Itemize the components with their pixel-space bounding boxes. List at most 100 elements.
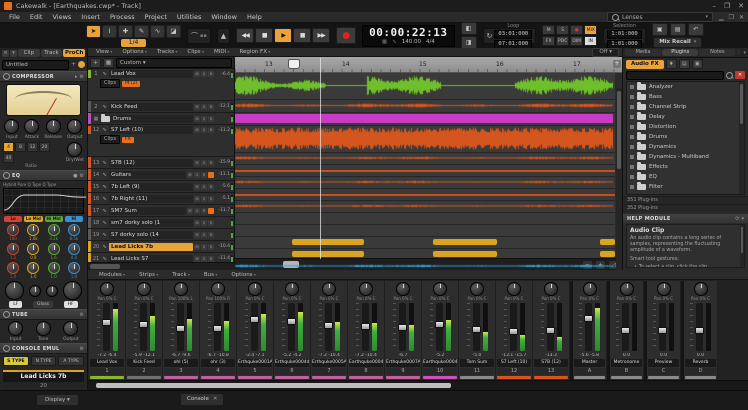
ruler-add-icon[interactable]: + <box>613 60 621 68</box>
lenses-selector[interactable]: Lenses ▾ <box>607 12 713 22</box>
power-icon[interactable] <box>3 73 10 80</box>
ratio-button[interactable]: 8 <box>15 142 26 152</box>
strip-name[interactable]: Master <box>574 359 605 367</box>
track-name[interactable]: Kick Feed <box>109 103 193 111</box>
menu-options[interactable]: Options <box>224 272 263 278</box>
audio-clip-waveform[interactable] <box>235 126 613 151</box>
snap-module[interactable]: ⌒▪▪ <box>187 28 211 44</box>
hf-gloss-knob[interactable] <box>63 281 82 300</box>
arm-button[interactable]: R <box>208 116 214 122</box>
clip-lane[interactable] <box>235 73 615 100</box>
eq-knob[interactable] <box>68 243 80 255</box>
snap-resolution[interactable]: 1/4 <box>121 39 147 47</box>
arm-button[interactable]: R <box>208 196 214 202</box>
solo-button[interactable]: S <box>201 127 207 133</box>
track-row[interactable]: 14 ∿ Guitars M S R -11.1 <box>88 169 234 181</box>
track-row[interactable]: 15 ∿ 7b Left (9) M S R -5.6 <box>88 181 234 193</box>
volume-fader[interactable] <box>473 303 480 351</box>
volume-fader[interactable] <box>103 303 110 351</box>
pan-knob[interactable] <box>248 282 262 296</box>
now-time-marker[interactable] <box>288 59 300 69</box>
plugin-folder-row[interactable]: EQ <box>627 172 744 182</box>
plugin-folder-row[interactable]: Analyzer <box>627 82 744 92</box>
fader-handle[interactable] <box>435 321 444 328</box>
track-name[interactable]: S7 Left (10) <box>109 126 193 134</box>
eq-band-button[interactable]: Lo Mid <box>24 216 42 222</box>
solo-button[interactable]: S <box>201 256 207 262</box>
clip-lane[interactable] <box>235 177 615 189</box>
output-badge[interactable] <box>208 208 214 214</box>
undo-button[interactable]: ↶ <box>688 23 704 36</box>
arm-button[interactable]: R <box>201 208 207 214</box>
compressor-knob[interactable] <box>4 119 19 134</box>
transport-button[interactable]: ■ <box>255 28 273 43</box>
menu-item[interactable]: Help <box>242 13 267 21</box>
arm-button[interactable]: R <box>201 172 207 178</box>
add-track-button[interactable]: + <box>90 58 101 68</box>
menu-view[interactable]: View <box>91 49 117 55</box>
arm-button[interactable]: R <box>208 127 214 133</box>
clip-lane[interactable] <box>235 201 615 213</box>
solo-button[interactable]: S <box>201 116 207 122</box>
strip-name[interactable]: Tom Sum <box>460 359 494 367</box>
fader-handle[interactable] <box>695 327 704 334</box>
expand-icon[interactable]: ▸ <box>75 74 78 80</box>
fader-handle[interactable] <box>584 315 593 322</box>
mute-button[interactable]: M <box>194 116 200 122</box>
time-signature[interactable]: 4/4 <box>426 39 435 45</box>
mute-button[interactable]: M <box>194 160 200 166</box>
track-row[interactable]: 12 ∿ S7 Left (10) M S R -11.2 Clips FX <box>88 125 234 157</box>
mute-button[interactable]: M <box>187 208 193 214</box>
fader-handle[interactable] <box>176 325 185 332</box>
clip-lane[interactable] <box>235 261 615 270</box>
solo-button[interactable]: S <box>201 244 207 250</box>
transport-button[interactable]: ◀◀ <box>236 28 254 43</box>
pan-knob[interactable] <box>100 282 114 296</box>
volume-fader[interactable] <box>251 303 258 351</box>
flat-icon[interactable]: ● <box>73 173 77 179</box>
menu-tracks[interactable]: Tracks <box>152 49 183 55</box>
tube-knob[interactable] <box>8 321 23 336</box>
plugin-folder-row[interactable]: Effects <box>627 162 744 172</box>
pan-knob[interactable] <box>544 282 558 296</box>
eq-knob[interactable] <box>48 224 60 236</box>
strip-name[interactable]: Preview <box>648 359 679 367</box>
selection-start-time[interactable]: 1:01:000 <box>607 30 642 39</box>
track-row[interactable]: 2 ∿ Kick Feed M S R -12.1 <box>88 101 234 113</box>
instruments-icon[interactable]: ♦ <box>666 59 677 69</box>
lf-button[interactable]: LF <box>9 301 22 308</box>
strip-name[interactable]: Erthquke0007Ad7 <box>386 359 420 367</box>
mix-module-button[interactable]: PDC <box>556 36 569 46</box>
mute-button[interactable]: M <box>194 220 200 226</box>
loop-start-time[interactable]: 03:01:000 <box>494 30 532 39</box>
volume-fader[interactable] <box>696 303 703 351</box>
playhead[interactable] <box>320 58 321 259</box>
eq-module-header[interactable]: EQ ● ⚙ <box>0 170 87 181</box>
audio-clip-waveform[interactable] <box>235 73 613 98</box>
tab-clip[interactable]: Clip <box>18 49 40 57</box>
pan-knob[interactable] <box>211 282 225 296</box>
solo-button[interactable]: S <box>201 232 207 238</box>
pan-knob[interactable] <box>583 282 597 296</box>
fader-handle[interactable] <box>102 319 111 326</box>
record-button[interactable]: ● <box>336 27 356 44</box>
strip-name[interactable]: ohl (5) <box>164 359 198 367</box>
menu-midi[interactable]: MIDI <box>209 49 235 55</box>
transport-button[interactable]: ▮▮ <box>293 28 311 43</box>
punch-in-button[interactable]: ◧ <box>461 22 477 35</box>
fx-badge[interactable]: FX <box>122 137 134 143</box>
midi-fx-icon[interactable]: ▤ <box>679 59 690 69</box>
clip-lane[interactable] <box>235 113 615 126</box>
mdi-restore-button[interactable]: ❐ <box>729 14 734 21</box>
arm-button[interactable]: R <box>208 160 214 166</box>
mdi-minimize-button[interactable]: ▁ <box>719 14 724 21</box>
help-scrollbar[interactable] <box>740 225 744 267</box>
plugin-list-scrollbar[interactable] <box>739 82 744 194</box>
tool-button[interactable]: ➤ <box>86 25 101 38</box>
track-manager-icon[interactable]: ▦ <box>103 58 114 68</box>
tool-button[interactable]: I <box>102 25 117 38</box>
tab-track[interactable]: Track <box>41 49 63 57</box>
dock-icon[interactable]: ≡ <box>2 50 9 57</box>
power-icon[interactable] <box>3 345 10 352</box>
plugin-search-input[interactable] <box>626 71 724 80</box>
